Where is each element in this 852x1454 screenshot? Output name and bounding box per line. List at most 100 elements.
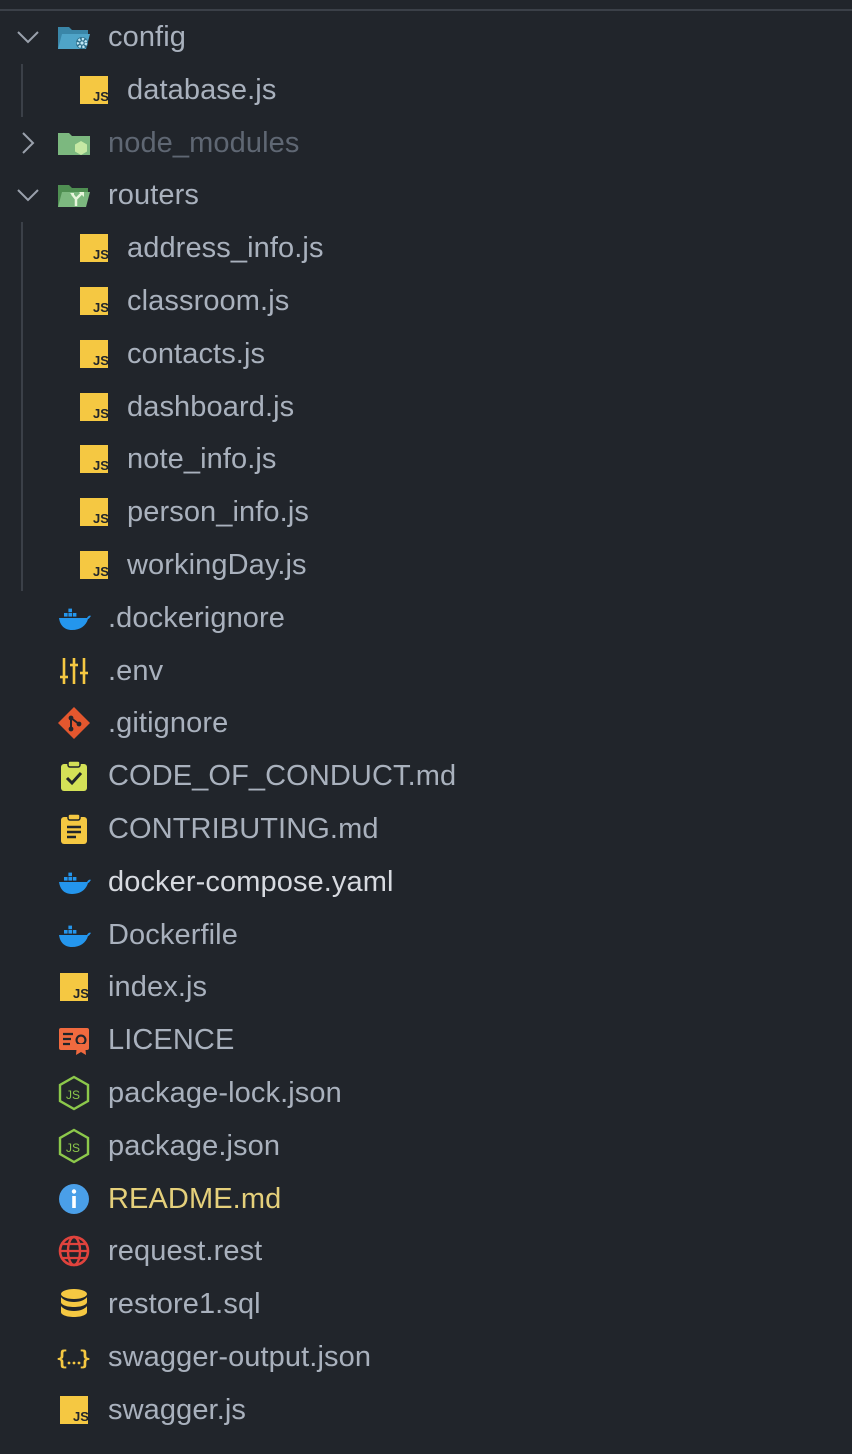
file-label: CONTRIBUTING.md xyxy=(108,812,379,845)
svg-text:{: { xyxy=(56,1346,68,1370)
javascript-file-icon: JS xyxy=(80,286,109,315)
folder-config[interactable]: config xyxy=(0,11,852,64)
folder-node-modules[interactable]: node_modules xyxy=(0,117,852,170)
file-label: database.js xyxy=(127,73,277,106)
file-request-rest[interactable]: request.rest xyxy=(0,1225,852,1278)
file-contacts-js[interactable]: JS contacts.js xyxy=(0,328,852,381)
file-label: classroom.js xyxy=(127,284,290,317)
panel-top-border xyxy=(0,0,852,11)
svg-text:JS: JS xyxy=(66,1141,80,1155)
javascript-file-icon: JS xyxy=(80,339,109,368)
svg-text:JS: JS xyxy=(73,986,89,1001)
contributing-icon xyxy=(61,813,87,844)
svg-text:JS: JS xyxy=(93,89,109,104)
file-address-info-js[interactable]: JS address_info.js xyxy=(0,222,852,275)
file-gitignore[interactable]: .gitignore xyxy=(0,697,852,750)
file-index-js[interactable]: JS index.js xyxy=(0,961,852,1014)
svg-text:JS: JS xyxy=(66,1088,80,1102)
json-braces-icon: { } xyxy=(56,1346,91,1370)
file-contributing-md[interactable]: CONTRIBUTING.md xyxy=(0,803,852,856)
folder-routes-open-icon xyxy=(58,185,90,208)
file-licence[interactable]: LICENCE xyxy=(0,1014,852,1067)
nodejs-icon: JS xyxy=(58,1128,90,1164)
javascript-file-icon: JS xyxy=(80,75,109,104)
svg-text:JS: JS xyxy=(93,300,109,315)
database-icon xyxy=(61,1289,87,1318)
svg-text:JS: JS xyxy=(73,1409,89,1424)
file-label: package.json xyxy=(108,1129,281,1162)
svg-text:JS: JS xyxy=(93,247,109,262)
file-code-of-conduct-md[interactable]: CODE_OF_CONDUCT.md xyxy=(0,750,852,803)
file-label: docker-compose.yaml xyxy=(108,865,394,898)
docker-icon xyxy=(58,925,91,947)
folder-label: config xyxy=(108,21,186,53)
folder-label: node_modules xyxy=(108,126,300,159)
docker-icon xyxy=(58,872,91,894)
javascript-file-icon: JS xyxy=(80,392,109,421)
svg-text:}: } xyxy=(79,1346,91,1370)
file-label: swagger-output.json xyxy=(108,1340,372,1373)
file-package-json[interactable]: JS package.json xyxy=(0,1120,852,1173)
file-restore1-sql[interactable]: restore1.sql xyxy=(0,1278,852,1331)
file-label: .dockerignore xyxy=(108,601,286,634)
file-env[interactable]: .env xyxy=(0,645,852,698)
folder-label: routers xyxy=(108,179,199,212)
file-label: restore1.sql xyxy=(108,1288,261,1321)
file-label: CODE_OF_CONDUCT.md xyxy=(108,760,457,793)
nodejs-icon: JS xyxy=(58,1075,90,1111)
file-dashboard-js[interactable]: JS dashboard.js xyxy=(0,381,852,434)
file-explorer-tree: config JS database.js node_modules route… xyxy=(0,11,852,1437)
globe-icon xyxy=(58,1236,90,1267)
file-label: address_info.js xyxy=(127,232,324,265)
file-label: request.rest xyxy=(108,1235,263,1268)
file-swagger-output-json[interactable]: { } swagger-output.json xyxy=(0,1331,852,1384)
folder-node-closed-icon xyxy=(58,132,90,155)
info-icon xyxy=(59,1183,89,1214)
svg-text:JS: JS xyxy=(93,406,109,421)
file-label: swagger.js xyxy=(108,1393,247,1426)
file-label: index.js xyxy=(108,971,208,1004)
file-package-lock-json[interactable]: JS package-lock.json xyxy=(0,1067,852,1120)
license-icon xyxy=(59,1028,89,1056)
javascript-file-icon: JS xyxy=(60,1395,89,1424)
javascript-file-icon: JS xyxy=(60,973,89,1002)
docker-icon xyxy=(58,608,91,630)
file-docker-compose-yaml[interactable]: docker-compose.yaml xyxy=(0,856,852,909)
file-label: package-lock.json xyxy=(108,1076,342,1109)
file-person-info-js[interactable]: JS person_info.js xyxy=(0,486,852,539)
javascript-file-icon: JS xyxy=(80,445,109,474)
javascript-file-icon: JS xyxy=(80,550,109,579)
file-classroom-js[interactable]: JS classroom.js xyxy=(0,275,852,328)
file-dockerignore[interactable]: .dockerignore xyxy=(0,592,852,645)
file-label: note_info.js xyxy=(127,443,277,476)
file-label: .env xyxy=(108,654,164,687)
file-workingday-js[interactable]: JS workingDay.js xyxy=(0,539,852,592)
file-dockerfile[interactable]: Dockerfile xyxy=(0,909,852,962)
file-note-info-js[interactable]: JS note_info.js xyxy=(0,433,852,486)
javascript-file-icon: JS xyxy=(80,498,109,527)
git-icon xyxy=(58,707,90,740)
svg-text:JS: JS xyxy=(93,353,109,368)
chevron-down-icon[interactable] xyxy=(14,23,42,51)
file-readme-md[interactable]: README.md xyxy=(0,1173,852,1226)
file-label: Dockerfile xyxy=(108,918,238,951)
chevron-down-icon[interactable] xyxy=(14,181,42,209)
svg-text:JS: JS xyxy=(93,564,109,579)
file-label: contacts.js xyxy=(127,337,266,370)
env-settings-icon xyxy=(60,657,88,684)
svg-text:JS: JS xyxy=(93,511,109,526)
file-label: README.md xyxy=(108,1182,282,1215)
file-label: .gitignore xyxy=(108,707,229,740)
svg-text:JS: JS xyxy=(93,458,109,473)
file-label: dashboard.js xyxy=(127,390,295,423)
file-swagger-js[interactable]: JS swagger.js xyxy=(0,1384,852,1437)
file-label: LICENCE xyxy=(108,1024,235,1057)
javascript-file-icon: JS xyxy=(80,234,109,263)
folder-config-open-icon xyxy=(58,27,90,49)
chevron-right-icon[interactable] xyxy=(14,129,42,157)
folder-routers[interactable]: routers xyxy=(0,169,852,222)
code-of-conduct-icon xyxy=(61,760,87,792)
file-label: workingDay.js xyxy=(127,548,307,581)
file-database-js[interactable]: JS database.js xyxy=(0,64,852,117)
file-label: person_info.js xyxy=(127,496,309,529)
